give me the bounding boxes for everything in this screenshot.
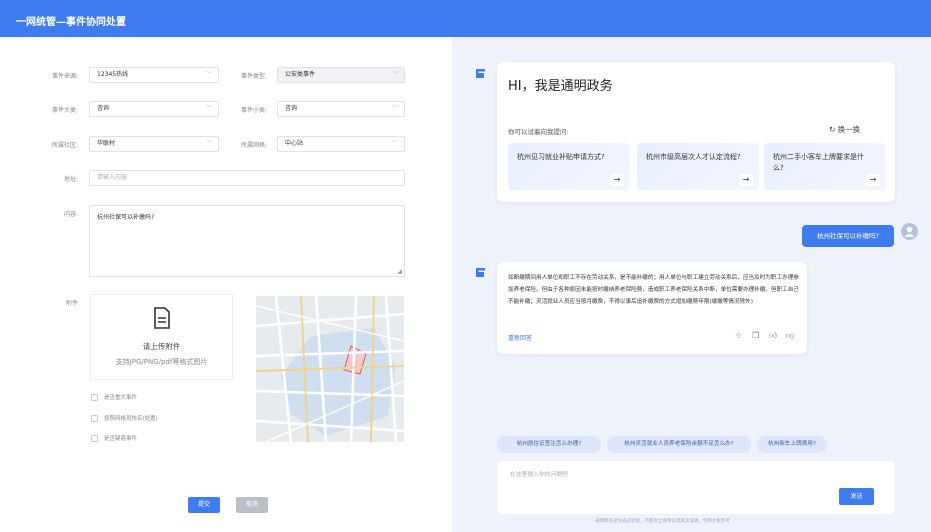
- major-label: 事件大类:: [51, 107, 78, 114]
- arrow-right-icon: →: [739, 174, 753, 186]
- type-value: 公安类事件: [285, 71, 316, 78]
- star-icon[interactable]: ☆: [735, 331, 742, 340]
- question-text: 杭州二手小客车上牌要求是什么?: [773, 153, 864, 172]
- minor-value: 咨询: [285, 105, 298, 112]
- grid-select[interactable]: 中心站 ﹀: [277, 136, 405, 152]
- address-placeholder: 请输入内容: [97, 174, 128, 181]
- content-textarea[interactable]: 杭州社保可以补缴吗? ◢: [89, 205, 405, 277]
- map-image[interactable]: [256, 296, 404, 442]
- upload-area[interactable]: 请上传附件 支持JPG/PNG/pdf等格式图片: [90, 294, 233, 380]
- source-select[interactable]: 12345热线 ﹀: [89, 67, 219, 83]
- chevron-down-icon: ﹀: [391, 71, 398, 78]
- checkbox-label: 按照网格员核实(处置): [104, 416, 158, 422]
- checkbox-box[interactable]: [91, 415, 98, 422]
- chevron-down-icon: ﹀: [205, 105, 212, 112]
- community-select[interactable]: 华联村 ﹀: [89, 136, 219, 152]
- refresh-icon: ↻: [829, 125, 838, 134]
- suggested-question[interactable]: 杭州见习就业补贴申请方式? →: [508, 143, 630, 190]
- question-text: 杭州见习就业补贴申请方式?: [517, 153, 605, 161]
- attach-label: 附件: [65, 300, 78, 307]
- refresh-button[interactable]: ↻ 换一换: [829, 124, 860, 135]
- address-input[interactable]: 请输入内容: [89, 170, 405, 186]
- major-value: 咨询: [97, 105, 110, 112]
- checkbox-doubt-event[interactable]: 是否疑惑事件: [91, 434, 137, 442]
- suggested-question[interactable]: 杭州市级高层次人才认定流程? →: [637, 143, 759, 190]
- suggest-label: 你可以试着向我提问:: [508, 128, 569, 136]
- upload-title: 请上传附件: [142, 342, 181, 351]
- logo-icon: [476, 268, 485, 277]
- minor-label: 事件小类:: [240, 107, 267, 114]
- refresh-label: 换一换: [837, 125, 861, 134]
- regenerate-button[interactable]: 重新回答: [508, 333, 532, 342]
- content-value: 杭州社保可以补缴吗?: [97, 214, 155, 221]
- greeting-text: HI，我是通明政务: [508, 79, 613, 94]
- minor-select[interactable]: 咨询 ﹀: [277, 101, 405, 117]
- grid-value: 中心站: [285, 140, 304, 147]
- checkbox-major-event[interactable]: 是否重大事件: [91, 393, 137, 401]
- upload-hint: 支持JPG/PNG/pdf等格式图片: [115, 358, 208, 366]
- avatar-graphic: [904, 226, 915, 237]
- type-label: 事件类型:: [240, 73, 267, 80]
- copy-icon[interactable]: ❐: [752, 331, 759, 340]
- user-message: 杭州社保可以补缴吗?: [802, 225, 894, 247]
- chevron-down-icon: ﹀: [391, 140, 398, 147]
- top-bar: 一网统管—事件协同处置: [0, 0, 931, 37]
- community-label: 所属社区:: [51, 142, 78, 149]
- suggested-question[interactable]: 杭州二手小客车上牌要求是什么? →: [764, 143, 886, 190]
- quick-question-chip[interactable]: 杭州居住证签注怎么办理?: [497, 436, 601, 453]
- thumbs-up-icon[interactable]: 👍︎: [769, 331, 777, 341]
- community-value: 华联村: [97, 140, 116, 147]
- resize-handle-icon[interactable]: ◢: [397, 268, 402, 275]
- map-graphic: [256, 296, 404, 442]
- checkbox-label: 是否重大事件: [104, 395, 138, 401]
- avatar-icon: [901, 223, 918, 240]
- page-title: 一网统管—事件协同处置: [16, 17, 126, 28]
- document-icon: [154, 307, 170, 329]
- chat-input[interactable]: 在这里输入你的问题吧: [497, 461, 895, 514]
- arrow-right-icon: →: [610, 174, 624, 186]
- grid-label: 所属网格:: [240, 142, 267, 149]
- address-label: 地址:: [63, 176, 78, 183]
- source-value: 12345热线: [97, 71, 129, 78]
- disclaimer-text: 通明政务是生成式智能，不能完全保障信息真实准确，仅供大家参考: [595, 519, 730, 524]
- answer-text: 如断缴期间用人单位和职工不存在劳动关系，是不能补缴的；用人单位与职工建立劳动关系…: [508, 275, 799, 305]
- checkbox-label: 是否疑惑事件: [104, 436, 138, 442]
- major-select[interactable]: 咨询 ﹀: [89, 101, 219, 117]
- cancel-button[interactable]: 取消: [236, 497, 268, 513]
- quick-question-chip[interactable]: 杭州新车上牌费用?: [757, 436, 827, 453]
- quick-question-chip[interactable]: 杭州灵活就业人员养老保险余额不足怎么办?: [607, 436, 751, 453]
- checkbox-box[interactable]: [91, 394, 98, 401]
- send-button[interactable]: 发送: [839, 488, 874, 505]
- chat-input-placeholder: 在这里输入你的问题吧: [510, 472, 568, 478]
- arrow-right-icon: →: [866, 174, 880, 186]
- submit-button[interactable]: 提交: [188, 497, 220, 513]
- question-text: 杭州市级高层次人才认定流程?: [646, 153, 741, 161]
- checkbox-box[interactable]: [91, 435, 98, 442]
- chevron-down-icon: ﹀: [391, 105, 398, 112]
- chevron-down-icon: ﹀: [205, 140, 212, 147]
- logo-icon: [476, 69, 485, 78]
- thumbs-down-icon[interactable]: 👎︎: [786, 331, 794, 341]
- content-label: 内容:: [63, 211, 78, 218]
- chevron-down-icon: ﹀: [205, 71, 212, 78]
- source-label: 事件来源:: [51, 73, 78, 80]
- type-select[interactable]: 公安类事件 ﹀: [277, 67, 405, 83]
- checkbox-grid-verify[interactable]: 按照网格员核实(处置): [91, 414, 158, 422]
